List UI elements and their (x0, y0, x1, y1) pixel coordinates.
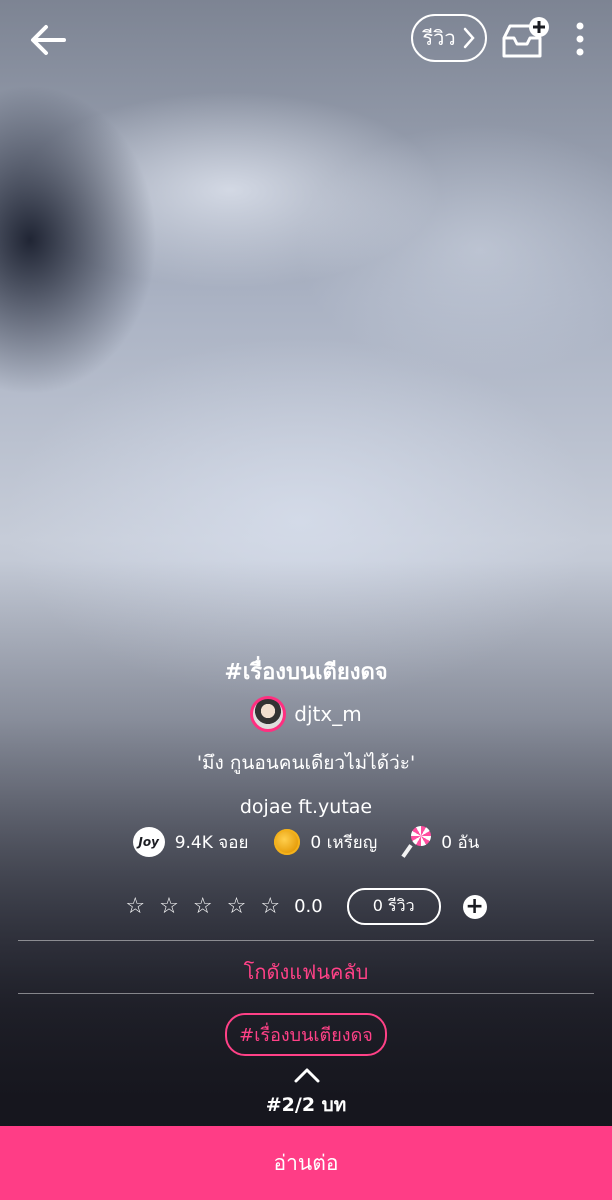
chevron-up-icon[interactable] (292, 1066, 322, 1084)
more-vert-icon[interactable] (570, 20, 590, 60)
rating-row: ☆ ☆ ☆ ☆ ☆ 0.0 0 รีวิว + (0, 888, 612, 925)
review-button[interactable]: รีวิว (411, 14, 487, 62)
star-icon-5[interactable]: ☆ (260, 894, 280, 919)
lollipop-count: 0 อัน (441, 832, 480, 853)
story-tag[interactable]: #เรื่องบนเตียงดจ (225, 1013, 387, 1056)
tag-row: #เรื่องบนเตียงดจ (0, 1013, 612, 1056)
add-to-shelf-icon[interactable] (500, 16, 550, 62)
review-button-label: รีวิว (422, 26, 456, 50)
divider (18, 940, 594, 941)
star-icon-2[interactable]: ☆ (159, 894, 179, 919)
joy-icon: Joy (132, 827, 165, 857)
author-row[interactable]: djtx_m (0, 696, 612, 732)
coin-icon (274, 829, 301, 855)
lollipop-stat: 0 อัน (401, 826, 480, 858)
back-arrow-icon[interactable] (28, 22, 68, 58)
story-title: #เรื่องบนเตียงดจ (224, 660, 388, 685)
fanclub-link[interactable]: โกดังแฟนคลับ (0, 956, 612, 988)
top-bar: รีวิว (0, 0, 612, 84)
chapter-indicator[interactable]: #2/2 บท (0, 1090, 612, 1120)
author-name[interactable]: djtx_m (294, 702, 361, 726)
add-review-icon[interactable]: + (462, 894, 487, 919)
star-icon-3[interactable]: ☆ (193, 894, 213, 919)
coin-stat: 0 เหรียญ (274, 829, 377, 856)
divider (18, 993, 594, 994)
continue-reading-button[interactable]: อ่านต่อ (0, 1126, 612, 1200)
review-count-button[interactable]: 0 รีวิว (346, 888, 441, 925)
coin-count: 0 เหรียญ (310, 832, 378, 853)
chevron-right-icon (463, 27, 475, 49)
star-icon-4[interactable]: ☆ (227, 894, 247, 919)
star-icon-1[interactable]: ☆ (125, 894, 145, 919)
joy-count: 9.4K จอย (174, 832, 249, 853)
story-pairing: dojae ft.yutae (239, 796, 373, 818)
author-avatar[interactable] (250, 696, 287, 732)
stats-row: Joy 9.4K จอย 0 เหรียญ 0 อัน (0, 826, 612, 858)
joy-stat: Joy 9.4K จอย (132, 827, 249, 857)
rating-score: 0.0 (294, 896, 323, 917)
story-tagline: 'มึง กูนอนคนเดียวไม่ได้ว่ะ' (196, 752, 416, 774)
continue-reading-label: อ่านต่อ (273, 1150, 339, 1175)
lollipop-icon (401, 826, 432, 858)
